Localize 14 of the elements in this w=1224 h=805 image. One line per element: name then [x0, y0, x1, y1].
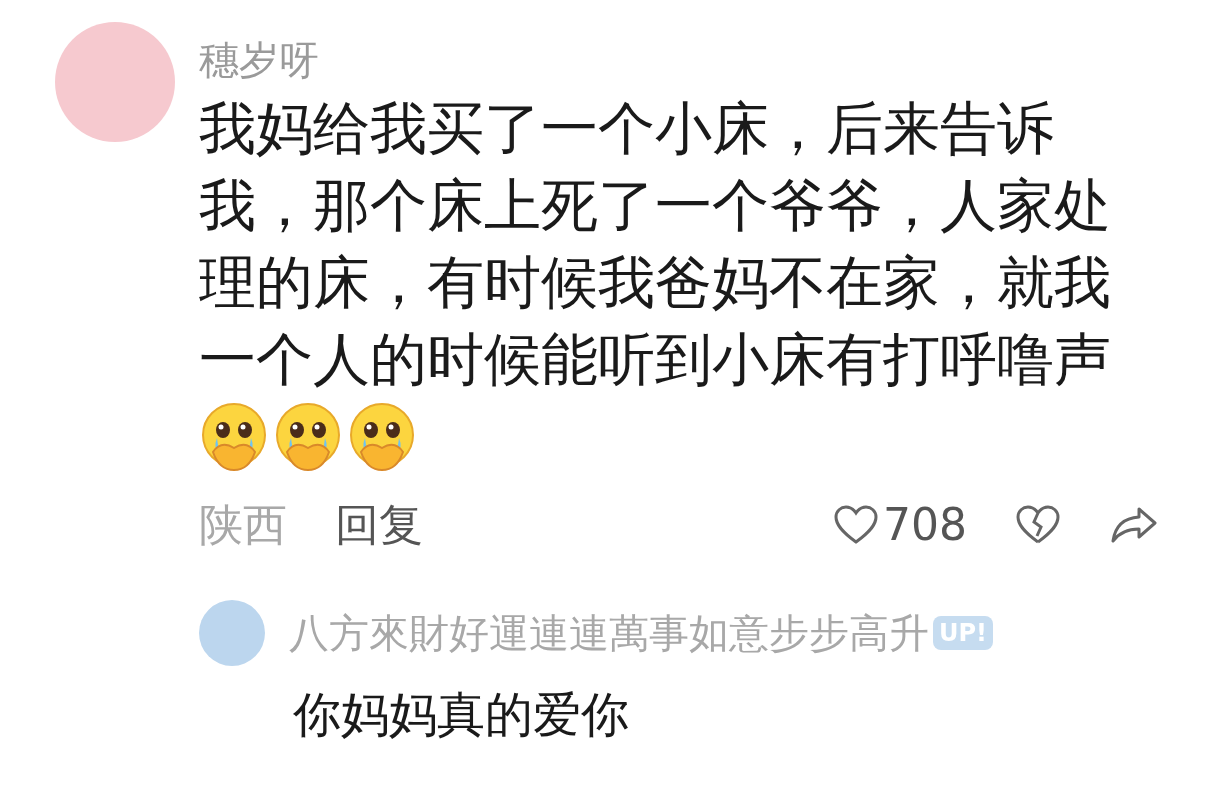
reply-text: 你妈妈真的爱你: [293, 685, 630, 744]
up-badge: UP!: [933, 615, 994, 651]
comment-text: 我妈给我买了一个小床，后来告诉我，那个床上死了一个爷爷，人家处理的床，有时候我爸妈不在家，就我一个人的时候能听到小床有打呼噜声: [199, 94, 1112, 394]
crying-face-emoji-icon: [347, 402, 417, 472]
username[interactable]: 穗岁呀: [199, 36, 1159, 84]
broken-heart-icon[interactable]: [1015, 504, 1061, 546]
crying-face-emoji-icon: [273, 402, 343, 472]
like-count: 708: [883, 498, 967, 552]
location-text: 陕西: [199, 498, 287, 552]
share-icon[interactable]: [1109, 505, 1159, 545]
username[interactable]: 八方來財好運連連萬事如意步步高升: [289, 603, 929, 663]
crying-face-emoji-icon: [199, 402, 269, 472]
heart-icon[interactable]: [833, 504, 879, 546]
reply-button[interactable]: 回复: [335, 492, 423, 558]
